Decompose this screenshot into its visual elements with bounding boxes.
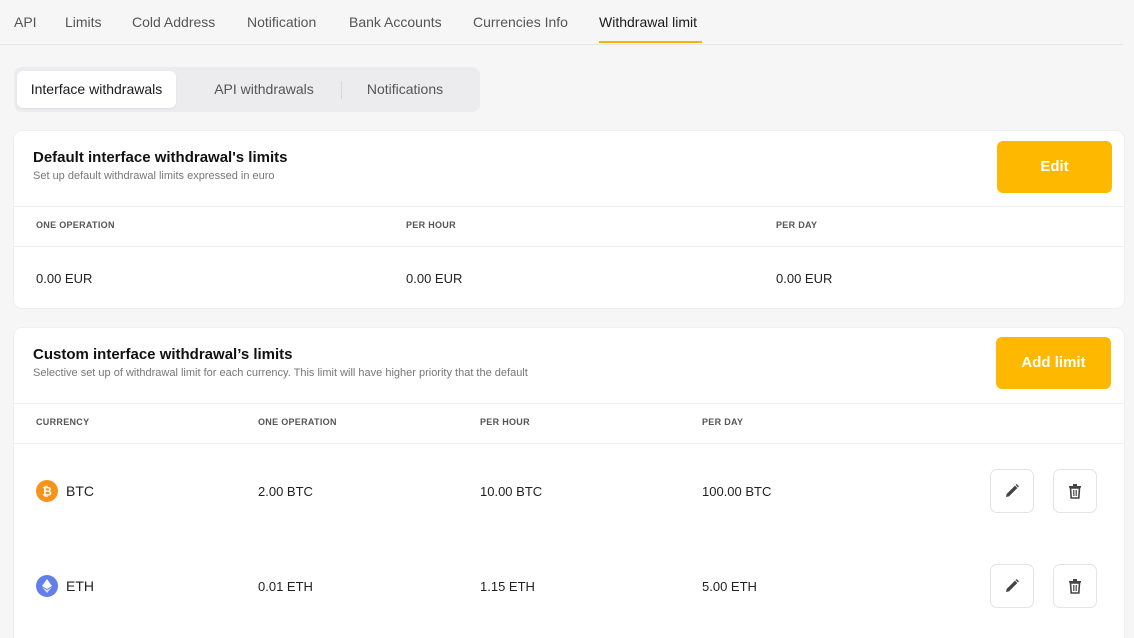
per-hour-value: 1.15 ETH	[480, 579, 535, 594]
currency-name: BTC	[66, 483, 94, 499]
tab-withdrawal-limit[interactable]: Withdrawal limit	[599, 14, 697, 30]
tab-notification[interactable]: Notification	[247, 14, 316, 30]
tab-currencies-info[interactable]: Currencies Info	[473, 14, 568, 30]
tab-api[interactable]: API	[14, 14, 37, 30]
withdrawal-type-switcher: Interface withdrawals API withdrawals No…	[14, 67, 480, 112]
edit-button[interactable]: Edit	[997, 141, 1112, 193]
ethereum-icon	[36, 575, 58, 597]
delete-limit-button[interactable]	[1053, 564, 1097, 608]
tab-limits[interactable]: Limits	[65, 14, 102, 30]
trash-icon	[1069, 484, 1081, 499]
default-limits-subtitle: Set up default withdrawal limits express…	[33, 170, 275, 182]
col-currency: CURRENCY	[36, 417, 90, 427]
delete-limit-button[interactable]	[1053, 469, 1097, 513]
trash-icon	[1069, 579, 1081, 594]
bitcoin-icon: ₿	[36, 480, 58, 502]
custom-limits-title: Custom interface withdrawal’s limits	[33, 346, 293, 363]
edit-limit-button[interactable]	[990, 469, 1034, 513]
subtab-api-withdrawals[interactable]: API withdrawals	[189, 71, 339, 108]
divider	[14, 246, 1124, 247]
col-per-hour: PER HOUR	[480, 417, 530, 427]
col-per-day: PER DAY	[776, 220, 818, 230]
default-limits-card: Default interface withdrawal's limits Se…	[14, 131, 1124, 308]
pencil-icon	[1006, 484, 1019, 497]
divider	[14, 403, 1124, 404]
default-one-operation-value: 0.00 EUR	[36, 271, 93, 286]
col-one-operation: ONE OPERATION	[36, 220, 115, 230]
col-per-hour: PER HOUR	[406, 220, 456, 230]
default-per-hour-value: 0.00 EUR	[406, 271, 463, 286]
default-limits-title: Default interface withdrawal's limits	[33, 149, 288, 166]
custom-limits-card: Custom interface withdrawal’s limits Sel…	[14, 328, 1124, 638]
svg-text:₿: ₿	[42, 485, 52, 499]
subtab-divider	[341, 81, 342, 99]
subtab-interface-withdrawals[interactable]: Interface withdrawals	[17, 71, 176, 108]
per-day-value: 5.00 ETH	[702, 579, 757, 594]
active-tab-indicator	[599, 41, 702, 43]
tab-bank-accounts[interactable]: Bank Accounts	[349, 14, 442, 30]
pencil-icon	[1006, 579, 1019, 592]
col-one-operation: ONE OPERATION	[258, 417, 337, 427]
default-per-day-value: 0.00 EUR	[776, 271, 833, 286]
one-operation-value: 2.00 BTC	[258, 484, 313, 499]
divider	[14, 206, 1124, 207]
subtab-notifications[interactable]: Notifications	[346, 71, 464, 108]
per-day-value: 100.00 BTC	[702, 484, 772, 499]
add-limit-button[interactable]: Add limit	[996, 337, 1111, 389]
edit-limit-button[interactable]	[990, 564, 1034, 608]
col-per-day: PER DAY	[702, 417, 744, 427]
tab-cold-address[interactable]: Cold Address	[132, 14, 215, 30]
per-hour-value: 10.00 BTC	[480, 484, 543, 499]
top-navigation: API Limits Cold Address Notification Ban…	[0, 0, 1123, 45]
custom-limits-subtitle: Selective set up of withdrawal limit for…	[33, 367, 528, 379]
currency-name: ETH	[66, 578, 94, 594]
one-operation-value: 0.01 ETH	[258, 579, 313, 594]
divider	[14, 443, 1124, 444]
